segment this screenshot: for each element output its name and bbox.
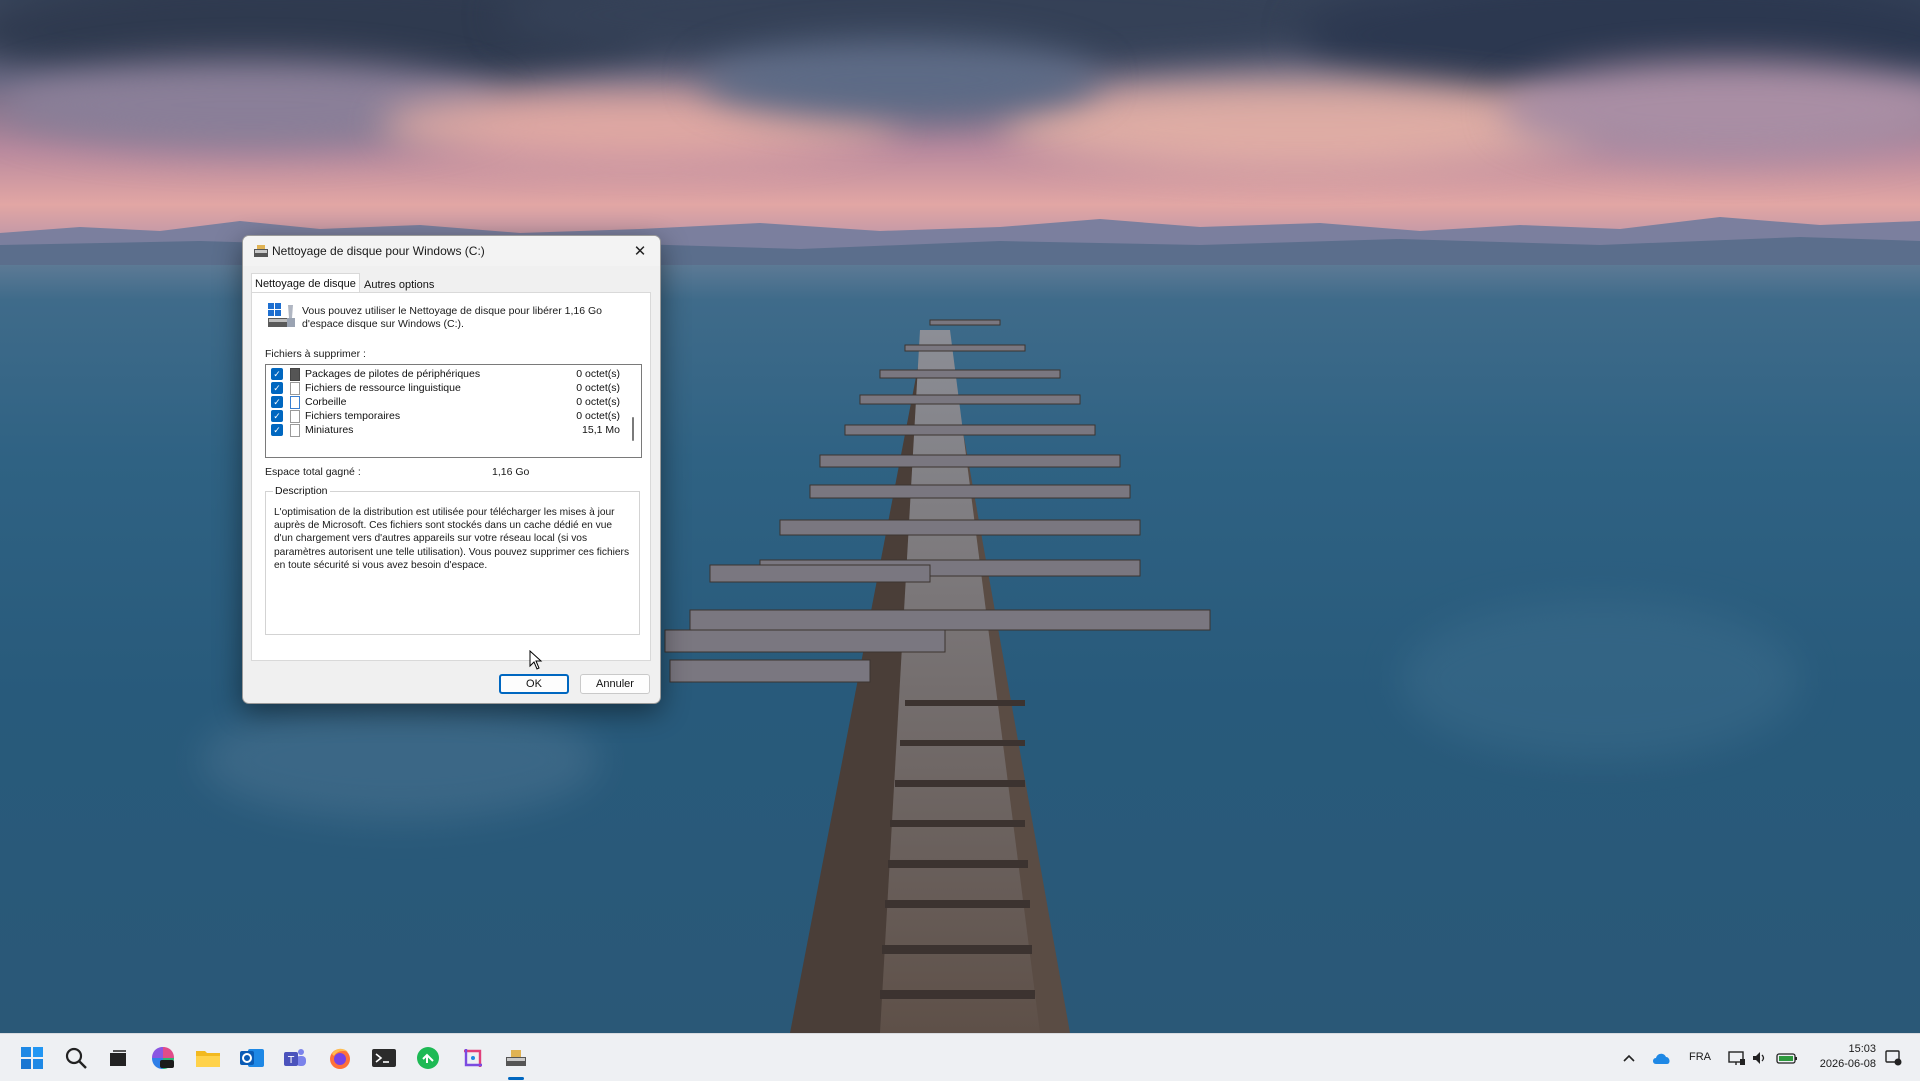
close-icon: ✕ xyxy=(633,243,647,260)
files-listbox[interactable]: ✓ Packages de pilotes de périphériques 0… xyxy=(265,364,642,458)
checkbox[interactable]: ✓ xyxy=(271,424,283,436)
firefox-icon[interactable] xyxy=(325,1043,355,1073)
outlook-icon[interactable] xyxy=(237,1043,267,1073)
checkbox[interactable]: ✓ xyxy=(271,382,283,394)
teams-icon[interactable]: T xyxy=(280,1043,310,1073)
cancel-button[interactable]: Annuler xyxy=(580,674,650,694)
file-category-name: Corbeille xyxy=(305,396,347,408)
list-item[interactable]: ✓ Miniatures 15,1 Mo xyxy=(266,422,626,439)
file-category-size: 0 octet(s) xyxy=(576,396,620,408)
green-app-icon[interactable] xyxy=(413,1043,443,1073)
file-category-name: Fichiers de ressource linguistique xyxy=(305,382,461,394)
file-category-size: 15,1 Mo xyxy=(582,424,620,436)
intro-text: Vous pouvez utiliser le Nettoyage de dis… xyxy=(302,305,603,330)
search-icon[interactable] xyxy=(61,1043,91,1073)
clock-date: 2026-06-08 xyxy=(1819,1058,1876,1070)
dialog-titlebar[interactable]: Nettoyage de disque pour Windows (C:) ✕ xyxy=(243,236,660,266)
disk-cleanup-icon xyxy=(254,245,268,257)
total-space-label: Espace total gagné : xyxy=(265,466,361,478)
dialog-title: Nettoyage de disque pour Windows (C:) xyxy=(272,244,485,258)
task-view-icon[interactable] xyxy=(103,1043,133,1073)
terminal-icon[interactable] xyxy=(369,1043,399,1073)
file-explorer-icon[interactable] xyxy=(193,1043,223,1073)
tab-disk-cleanup[interactable]: Nettoyage de disque xyxy=(251,273,360,294)
clock[interactable]: 15:03 2026-06-08 xyxy=(1820,1042,1876,1072)
file-category-size: 0 octet(s) xyxy=(576,382,620,394)
files-to-delete-label: Fichiers à supprimer : xyxy=(265,348,366,360)
language-indicator[interactable]: FRA xyxy=(1689,1051,1711,1063)
checkbox[interactable]: ✓ xyxy=(271,368,283,380)
disk-cleanup-large-icon xyxy=(268,303,295,327)
file-category-name: Fichiers temporaires xyxy=(305,410,401,422)
network-icon[interactable] xyxy=(1725,1043,1749,1073)
disk-cleanup-taskbar-icon[interactable] xyxy=(502,1043,532,1073)
description-text: L'optimisation de la distribution est ut… xyxy=(274,507,630,571)
windows-start-icon[interactable] xyxy=(17,1043,47,1073)
notification-icon[interactable] xyxy=(1880,1043,1906,1073)
microsoft-365-icon[interactable] xyxy=(148,1043,178,1073)
description-legend: Description xyxy=(273,485,330,497)
file-category-size: 0 octet(s) xyxy=(576,410,620,422)
snipping-tool-icon[interactable] xyxy=(458,1043,488,1073)
disk-cleanup-dialog: Nettoyage de disque pour Windows (C:) ✕ … xyxy=(242,235,661,704)
volume-icon[interactable] xyxy=(1748,1043,1772,1073)
battery-icon[interactable] xyxy=(1772,1043,1802,1073)
chevron-up-icon[interactable] xyxy=(1614,1043,1644,1073)
clock-time: 15:03 xyxy=(1848,1043,1876,1055)
mouse-cursor-icon xyxy=(529,650,543,670)
onedrive-icon[interactable] xyxy=(1647,1043,1677,1073)
list-scrollbar[interactable] xyxy=(632,417,634,441)
total-space-value: 1,16 Go xyxy=(492,466,530,478)
ok-button[interactable]: OK xyxy=(499,674,569,694)
file-category-name: Miniatures xyxy=(305,424,354,436)
taskbar: T FRA 15:03 2026-06-08 xyxy=(0,1033,1920,1081)
tab-panel: Vous pouvez utiliser le Nettoyage de dis… xyxy=(251,292,651,661)
file-icon xyxy=(290,424,300,437)
checkbox[interactable]: ✓ xyxy=(271,410,283,422)
file-category-name: Packages de pilotes de périphériques xyxy=(305,368,481,380)
description-group: Description L'optimisation de la distrib… xyxy=(265,485,640,635)
close-button[interactable]: ✕ xyxy=(620,236,660,266)
svg-text:T: T xyxy=(287,1055,295,1066)
checkbox[interactable]: ✓ xyxy=(271,396,283,408)
file-category-size: 0 octet(s) xyxy=(576,368,620,380)
